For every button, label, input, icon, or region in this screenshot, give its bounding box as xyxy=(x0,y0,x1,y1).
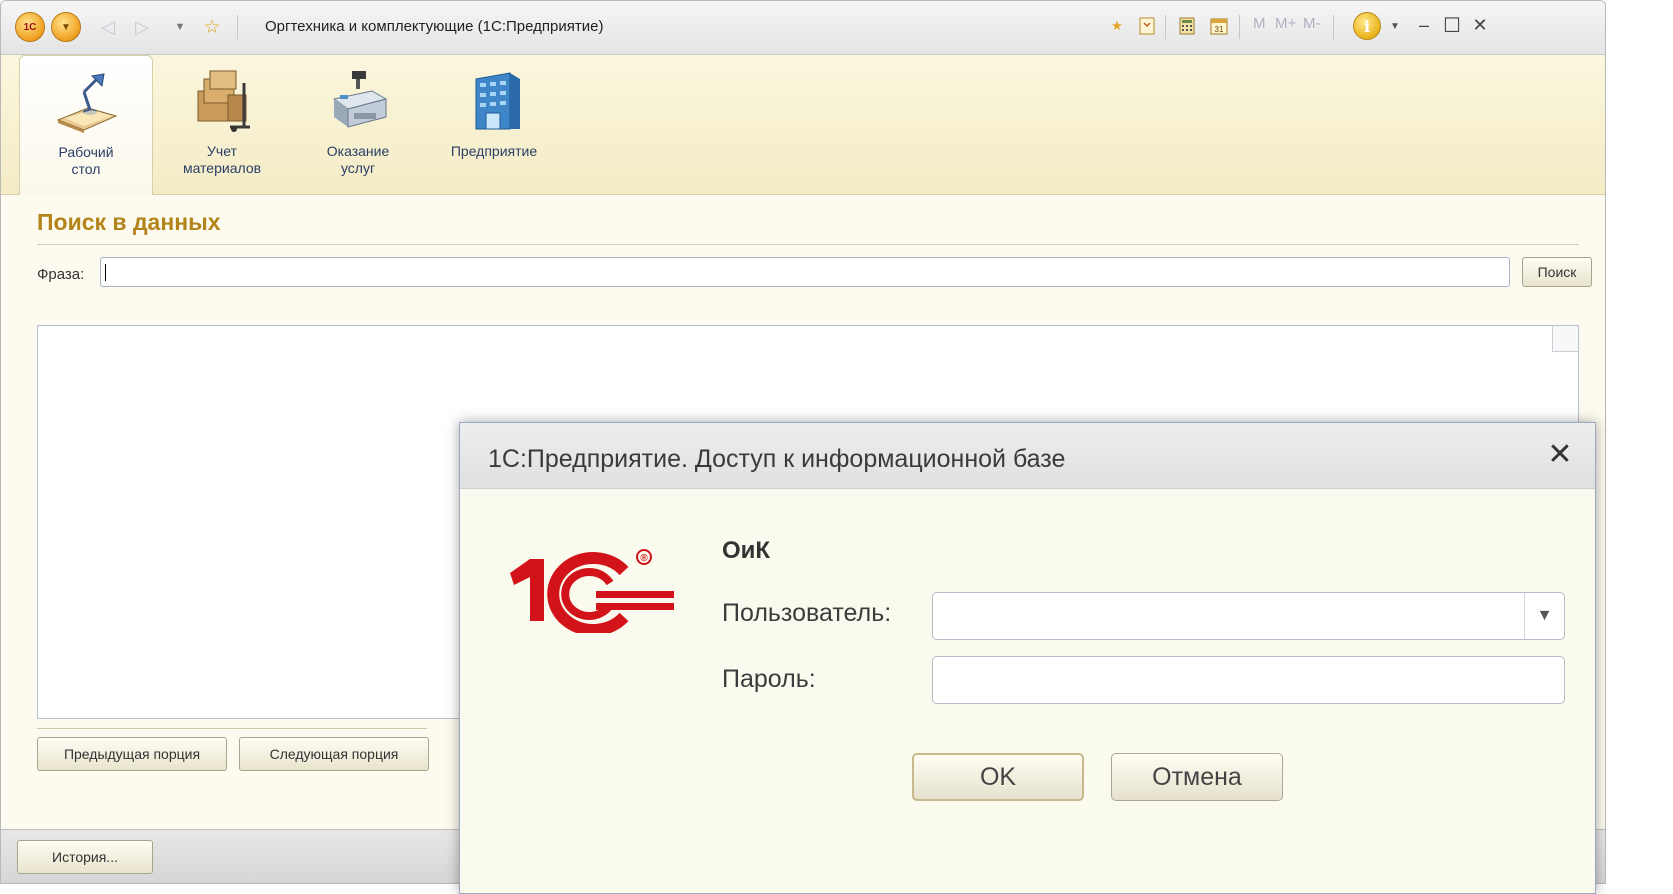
cash-register-icon xyxy=(326,69,390,133)
previous-portion-button[interactable]: Предыдущая порция xyxy=(37,737,227,771)
password-field[interactable] xyxy=(932,656,1565,704)
section-label: Оказание услуг xyxy=(326,143,390,176)
title-divider xyxy=(37,244,1579,245)
next-portion-button[interactable]: Следующая порция xyxy=(239,737,429,771)
history-button[interactable]: История... xyxy=(17,840,153,874)
sections-panel: Рабочий стол Учет материалов Оказание ус… xyxy=(1,55,1605,195)
buttons-divider xyxy=(37,728,427,729)
warehouse-boxes-icon xyxy=(190,69,254,133)
main-menu-icon[interactable]: ▼ xyxy=(51,12,81,42)
add-favorite-icon[interactable]: ★ xyxy=(1105,14,1129,38)
ok-button[interactable]: OK xyxy=(912,753,1084,801)
scrollbar-corner[interactable] xyxy=(1552,326,1578,352)
history-dropdown-icon[interactable]: ▼ xyxy=(165,12,195,42)
section-services[interactable]: Оказание услуг xyxy=(291,55,425,195)
cancel-button[interactable]: Отмена xyxy=(1111,753,1283,801)
svg-text:®: ® xyxy=(640,553,648,564)
toolbar-separator xyxy=(237,15,238,39)
favorites-star-icon[interactable]: ☆ xyxy=(197,12,227,42)
close-window-icon[interactable]: ✕ xyxy=(1467,12,1493,38)
dialog-close-icon[interactable]: ✕ xyxy=(1543,437,1577,471)
dialog-title: 1С:Предприятие. Доступ к информационной … xyxy=(488,445,1066,473)
title-bar: 1С ▼ ◁ ▷ ▼ ☆ Оргтехника и комплектующие … xyxy=(1,1,1605,55)
bookmark-icon[interactable] xyxy=(1135,14,1159,38)
section-desktop[interactable]: Рабочий стол xyxy=(19,55,153,195)
brand-logo-icon: ® xyxy=(504,533,674,636)
info-icon[interactable]: i xyxy=(1353,12,1381,40)
user-label: Пользователь: xyxy=(722,599,892,627)
dialog-title-bar: 1С:Предприятие. Доступ к информационной … xyxy=(460,423,1595,489)
back-arrow-icon[interactable]: ◁ xyxy=(93,12,123,42)
search-button[interactable]: Поиск xyxy=(1522,257,1592,287)
chevron-down-icon[interactable]: ▼ xyxy=(1524,593,1564,639)
section-enterprise[interactable]: Предприятие xyxy=(427,55,561,195)
infobase-access-dialog: 1С:Предприятие. Доступ к информационной … xyxy=(459,422,1596,894)
maximize-icon[interactable]: ☐ xyxy=(1439,12,1465,38)
phrase-label: Фраза: xyxy=(37,266,85,283)
memory-m-button[interactable]: M xyxy=(1253,15,1266,32)
calculator-icon[interactable] xyxy=(1175,14,1199,38)
section-materials[interactable]: Учет материалов xyxy=(155,55,289,195)
memory-plus-button[interactable]: M+ xyxy=(1275,15,1296,32)
section-label: Учет материалов xyxy=(182,143,262,176)
infobase-name: ОиК xyxy=(722,537,771,564)
user-select[interactable]: ▼ xyxy=(932,592,1565,640)
svg-text:31: 31 xyxy=(1215,25,1224,34)
page-title: Поиск в данных xyxy=(37,209,221,235)
minimize-icon[interactable]: ‒ xyxy=(1411,12,1437,38)
phrase-input[interactable] xyxy=(100,257,1510,287)
calendar-icon[interactable]: 31 xyxy=(1207,14,1231,38)
app-logo-icon[interactable]: 1С xyxy=(15,12,45,42)
forward-arrow-icon[interactable]: ▷ xyxy=(127,12,157,42)
password-label: Пароль: xyxy=(722,665,816,693)
window-title: Оргтехника и комплектующие (1С:Предприят… xyxy=(265,18,604,35)
memory-minus-button[interactable]: M- xyxy=(1303,15,1321,32)
desk-lamp-icon xyxy=(54,70,118,134)
section-label: Рабочий стол xyxy=(58,144,114,177)
info-dropdown-icon[interactable]: ▼ xyxy=(1383,14,1407,38)
section-label: Предприятие xyxy=(450,143,538,159)
building-icon xyxy=(462,69,526,133)
text-caret xyxy=(105,264,106,281)
